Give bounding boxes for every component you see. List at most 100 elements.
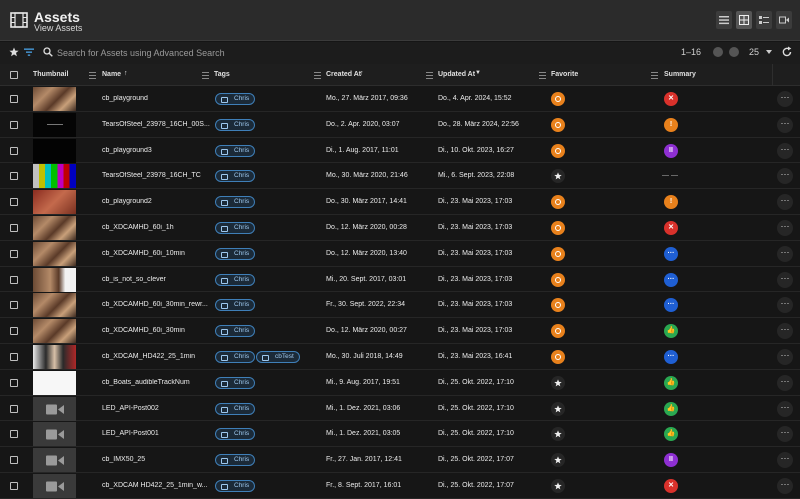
- thumbnail-image[interactable]: [33, 215, 76, 240]
- column-updated[interactable]: Updated At: [438, 71, 475, 78]
- column-menu-icon[interactable]: [202, 70, 209, 79]
- thumbnail-image[interactable]: [33, 448, 76, 473]
- table-row[interactable]: cb_playground3 Chris Di., 1. Aug. 2017, 11…: [0, 137, 800, 164]
- chevron-down-icon[interactable]: [766, 50, 772, 54]
- table-row[interactable]: cb_playground2 Chris Do., 30. März 2017, 1…: [0, 189, 800, 215]
- summary-success-icon[interactable]: 👍: [664, 427, 678, 442]
- table-row[interactable]: cb_XDCAMHD_60i_10min Chris Do., 12. März 2…: [0, 240, 800, 267]
- thumbnail-image[interactable]: [33, 87, 76, 111]
- favorite-active-icon[interactable]: [551, 298, 565, 313]
- asset-name[interactable]: cb_playground: [102, 95, 148, 102]
- summary-success-icon[interactable]: 👍: [664, 324, 678, 339]
- row-checkbox[interactable]: [10, 146, 18, 155]
- tag-chip[interactable]: Chris: [215, 170, 256, 183]
- table-row[interactable]: cb_IMX50_25 Chris Fr., 27. Jan. 2017, 12:4…: [0, 447, 800, 473]
- table-row[interactable]: cb_XDCAMHD_60i_30min Chris Do., 12. März 2…: [0, 318, 800, 344]
- grid-view-button[interactable]: [736, 11, 752, 29]
- more-actions-button[interactable]: ···: [777, 168, 793, 185]
- summary-warning-icon[interactable]: !: [664, 195, 678, 210]
- summary-pending-icon[interactable]: ···: [664, 272, 678, 287]
- summary-success-icon[interactable]: 👍: [664, 401, 678, 416]
- row-checkbox[interactable]: [10, 481, 18, 490]
- column-menu-icon[interactable]: [314, 70, 321, 79]
- asset-name[interactable]: cb_IMX50_25: [102, 456, 145, 463]
- row-checkbox[interactable]: [10, 301, 18, 310]
- favorite-active-icon[interactable]: [551, 349, 565, 364]
- tag-chip[interactable]: Chris: [215, 299, 256, 312]
- tag-chip[interactable]: Chris: [215, 273, 256, 286]
- table-row[interactable]: cb_XDCAM HD422_25_1min_w... Chris Fr., 8. …: [0, 472, 800, 499]
- more-actions-button[interactable]: ···: [777, 297, 793, 314]
- tag-chip[interactable]: Chris: [215, 428, 256, 441]
- column-menu-icon[interactable]: [89, 70, 96, 79]
- summary-error-icon[interactable]: ✕: [664, 478, 678, 493]
- column-tags[interactable]: Tags: [214, 71, 230, 78]
- more-actions-button[interactable]: ···: [777, 142, 793, 159]
- table-row[interactable]: cb_XDCAM_HD422_25_1min Chris cbTest Mo., 30…: [0, 343, 800, 370]
- favorite-active-icon[interactable]: [551, 220, 565, 235]
- select-all-checkbox[interactable]: [10, 71, 18, 79]
- table-row[interactable]: LED_API-Post001 Chris Mi., 1. Dez. 2021, 0…: [0, 421, 800, 448]
- column-created[interactable]: Created At: [326, 71, 361, 78]
- row-checkbox[interactable]: [10, 456, 18, 465]
- thumbnail-image[interactable]: [33, 473, 76, 498]
- row-checkbox[interactable]: [10, 249, 18, 258]
- video-view-button[interactable]: [776, 11, 792, 29]
- tag-chip[interactable]: Chris: [215, 93, 256, 105]
- more-actions-button[interactable]: ···: [777, 194, 793, 211]
- more-actions-button[interactable]: ···: [777, 426, 793, 443]
- tag-chip[interactable]: Chris: [215, 402, 256, 415]
- summary-error-icon[interactable]: ✕: [664, 220, 678, 235]
- refresh-icon[interactable]: [782, 46, 792, 58]
- next-page-button[interactable]: [729, 47, 739, 57]
- row-checkbox[interactable]: [10, 95, 18, 103]
- column-menu-icon[interactable]: [651, 70, 658, 79]
- favorite-active-icon[interactable]: [551, 246, 565, 261]
- thumbnail-image[interactable]: [33, 190, 76, 215]
- table-row[interactable]: TearsOfSteel_23978_16CH_00S... Chris Do., …: [0, 111, 800, 138]
- more-actions-button[interactable]: ···: [777, 245, 793, 262]
- favorite-star-icon[interactable]: [551, 453, 565, 468]
- tag-chip[interactable]: Chris: [215, 454, 256, 467]
- filter-icon[interactable]: [24, 47, 34, 57]
- asset-name[interactable]: cb_playground2: [102, 198, 152, 205]
- table-row[interactable]: cb_XDCAMHD_60i_1h Chris Do., 12. März 2020…: [0, 214, 800, 241]
- row-checkbox[interactable]: [10, 430, 18, 439]
- favorite-active-icon[interactable]: [551, 92, 565, 106]
- asset-name[interactable]: TearsOfSteel_23978_16CH_00S...: [102, 121, 210, 128]
- favorite-star-icon[interactable]: [551, 401, 565, 416]
- row-checkbox[interactable]: [10, 198, 18, 207]
- column-summary[interactable]: Summary: [664, 71, 696, 78]
- thumbnail-image[interactable]: [33, 422, 76, 447]
- asset-name[interactable]: cb_XDCAMHD_60i_10min: [102, 250, 185, 257]
- sort-desc-icon[interactable]: ▼: [475, 70, 481, 76]
- favorite-active-icon[interactable]: [551, 324, 565, 339]
- row-checkbox[interactable]: [10, 352, 18, 361]
- favorite-active-icon[interactable]: [551, 195, 565, 210]
- row-checkbox[interactable]: [10, 404, 18, 413]
- table-row[interactable]: cb_is_not_so_clever Chris Mi., 20. Sept. 2…: [0, 266, 800, 293]
- thumbnail-image[interactable]: [33, 370, 76, 395]
- row-checkbox[interactable]: [10, 172, 18, 181]
- column-menu-icon[interactable]: [426, 70, 433, 79]
- tag-chip[interactable]: Chris: [215, 376, 256, 389]
- asset-name[interactable]: cb_XDCAMHD_60i_1h: [102, 224, 174, 231]
- thumbnail-image[interactable]: [33, 241, 76, 266]
- tag-chip[interactable]: Chris: [215, 247, 256, 260]
- sort-up-icon[interactable]: ↑: [360, 70, 364, 77]
- favorites-star-icon[interactable]: [9, 47, 19, 57]
- more-actions-button[interactable]: ···: [777, 452, 793, 469]
- tag-chip[interactable]: Chris: [215, 196, 256, 209]
- asset-name[interactable]: cb_XDCAMHD_60i_30min_rewr...: [102, 301, 208, 308]
- row-checkbox[interactable]: [10, 327, 18, 336]
- thumbnail-image[interactable]: [33, 344, 76, 369]
- thumbnail-image[interactable]: [33, 138, 76, 163]
- asset-name[interactable]: cb_XDCAM HD422_25_1min_w...: [102, 482, 207, 489]
- favorite-star-icon[interactable]: [551, 169, 565, 184]
- more-actions-button[interactable]: ···: [777, 400, 793, 417]
- more-actions-button[interactable]: ···: [777, 348, 793, 365]
- asset-name[interactable]: cb_Boats_audibleTrackNum: [102, 379, 190, 386]
- thumbnail-image[interactable]: [33, 396, 76, 421]
- thumbnail-image[interactable]: [33, 112, 76, 137]
- favorite-star-icon[interactable]: [551, 478, 565, 493]
